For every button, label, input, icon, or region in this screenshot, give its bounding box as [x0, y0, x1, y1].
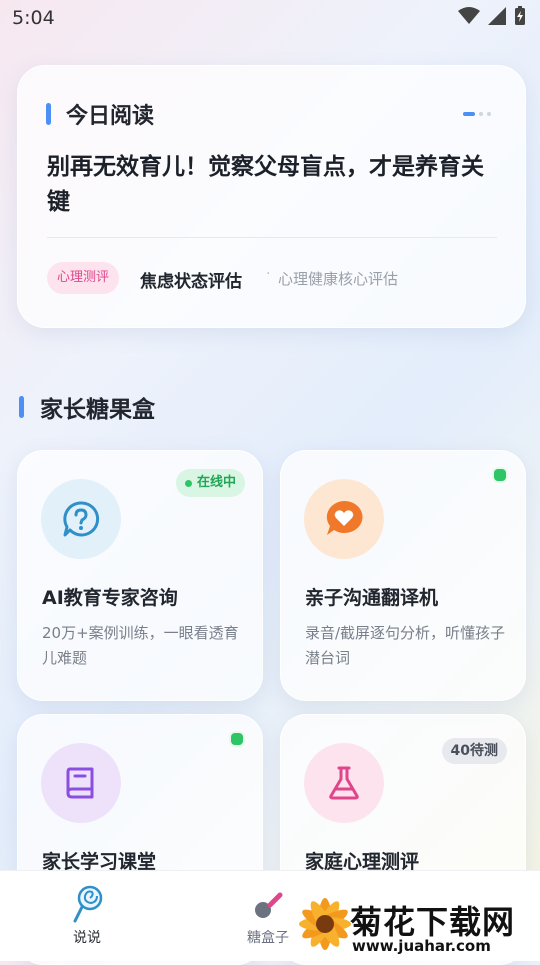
- question-chat-icon: [63, 501, 100, 537]
- status-bar: 5:04: [0, 0, 540, 36]
- book-icon: [66, 767, 94, 799]
- nav-label: 说说: [73, 930, 101, 946]
- nav-item-shuoshuo[interactable]: 说说: [70, 885, 104, 947]
- signal-icon: [488, 7, 506, 25]
- carousel-indicator: [463, 112, 491, 116]
- watermark: 菊花下载网 www.juahar.com: [296, 893, 536, 958]
- carousel-dot: [487, 112, 491, 116]
- section-title: 家长糖果盒: [40, 397, 155, 423]
- category-tag: 心理测评: [47, 262, 120, 294]
- heart-chat-icon: [326, 500, 363, 535]
- watermark-url: www.juahar.com: [352, 937, 491, 955]
- title-accent-bar: [46, 103, 51, 125]
- card-divider: [47, 237, 497, 238]
- assessment-title[interactable]: 焦虑状态评估: [140, 267, 242, 292]
- status-time: 5:04: [12, 7, 55, 29]
- separator-dot: ·: [266, 266, 271, 282]
- carousel-dot: [479, 112, 483, 116]
- online-label: 在线中: [196, 475, 236, 490]
- feature-title: 亲子沟通翻译机: [305, 587, 439, 609]
- feature-description: 20万+案例训练，一眼看透育儿难题: [42, 624, 239, 667]
- icon-circle: [304, 479, 384, 559]
- wifi-icon: [458, 7, 480, 24]
- online-dot: [184, 479, 192, 487]
- flower-logo-icon: [299, 898, 351, 950]
- feature-description: 录音/截屏逐句分析，听懂孩子潜台词: [305, 624, 506, 667]
- status-icons: [458, 6, 526, 26]
- icon-circle: [41, 743, 121, 823]
- feature-title: AI教育专家咨询: [42, 587, 178, 609]
- status-dot: [492, 467, 508, 483]
- feature-card-ai-consult[interactable]: 在线中 AI教育专家咨询 20万+案例训练，一眼看透育儿难题: [17, 450, 263, 701]
- status-dot: [229, 731, 245, 747]
- feature-card-translator[interactable]: 亲子沟通翻译机 录音/截屏逐句分析，听懂孩子潜台词: [280, 450, 526, 701]
- candy-icon: [255, 892, 283, 918]
- today-reading-title: 今日阅读: [66, 104, 155, 129]
- icon-circle: [304, 743, 384, 823]
- icon-circle: [41, 479, 121, 559]
- battery-icon: [515, 6, 525, 25]
- nav-label: 糖盒子: [247, 930, 289, 946]
- section-accent-bar: [19, 396, 24, 418]
- online-status-badge: 在线中: [175, 469, 245, 497]
- carousel-dot-active: [463, 112, 475, 116]
- assessment-subtitle: 心理健康核心评估: [278, 270, 399, 288]
- pending-count-badge: 40待测: [441, 738, 507, 764]
- flask-icon: [329, 766, 359, 800]
- nav-item-candybox[interactable]: 糖盒子: [246, 885, 290, 947]
- lollipop-icon: [73, 885, 103, 923]
- article-headline[interactable]: 别再无效育儿！觉察父母盲点，才是养育关键: [47, 150, 497, 220]
